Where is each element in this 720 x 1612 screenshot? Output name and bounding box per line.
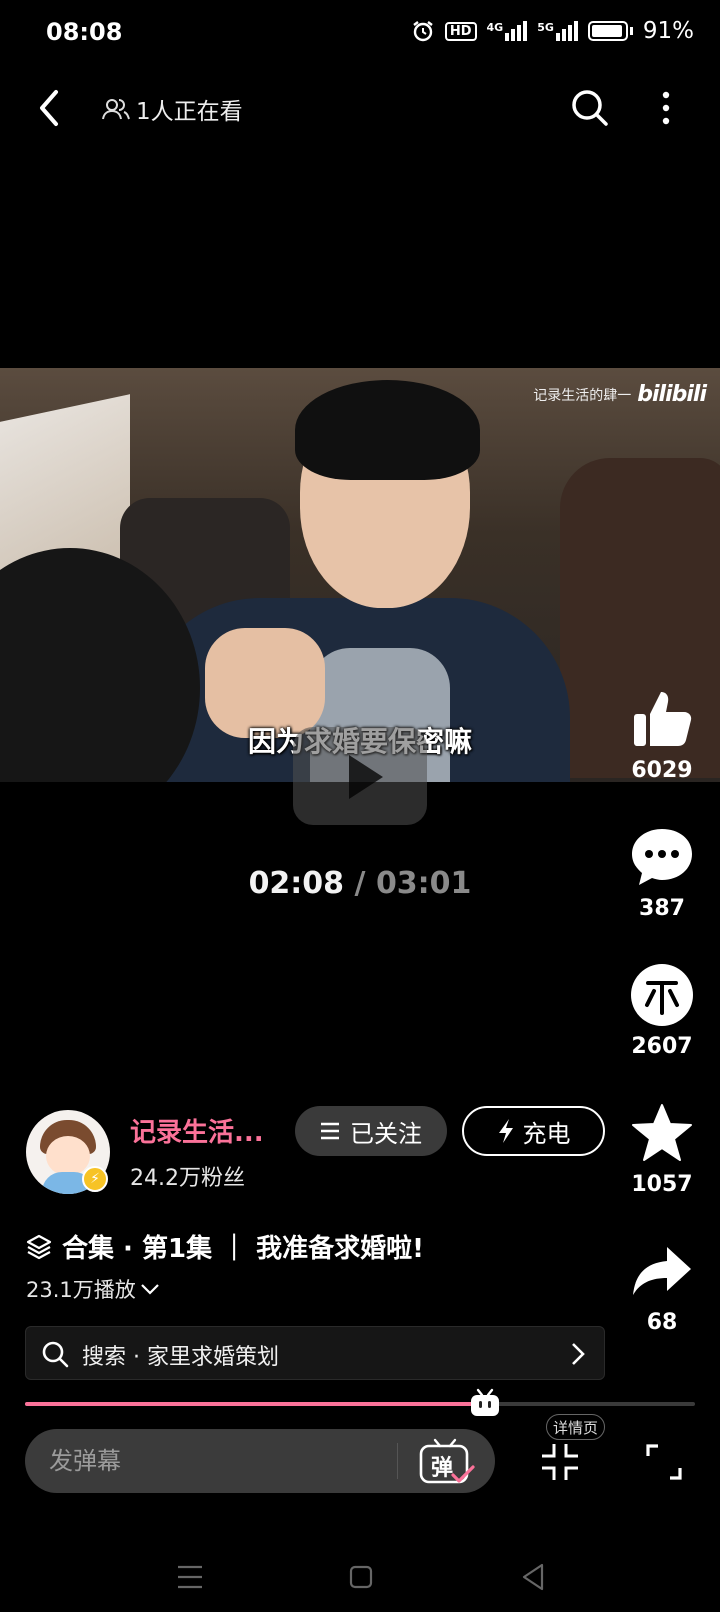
live-viewers: 1人正在看 bbox=[102, 92, 243, 126]
danmaku-input[interactable] bbox=[49, 1443, 369, 1479]
battery-percent: 91% bbox=[642, 18, 694, 44]
status-bar: 08:08 HD 4G 5G 91% bbox=[0, 0, 720, 66]
search-icon bbox=[42, 1341, 69, 1368]
signal-4g-icon: 4G bbox=[487, 21, 528, 41]
bilibili-logo: bilibili bbox=[637, 382, 707, 407]
share-button[interactable]: 68 bbox=[612, 1236, 712, 1335]
coin-icon bbox=[631, 964, 693, 1026]
coin-count: 2607 bbox=[631, 1034, 693, 1059]
danmaku-toggle[interactable]: 弹 bbox=[417, 1437, 477, 1487]
follow-button[interactable]: 已关注 bbox=[295, 1106, 447, 1156]
favorite-count: 1057 bbox=[631, 1172, 693, 1197]
hd-icon: HD bbox=[444, 21, 477, 41]
search-suggestion-text: 搜索 · 家里求婚策划 bbox=[82, 1345, 279, 1370]
charge-button[interactable]: 充电 bbox=[462, 1106, 605, 1156]
layers-icon bbox=[26, 1234, 52, 1259]
progress-fill bbox=[25, 1402, 485, 1406]
recent-apps-icon[interactable] bbox=[176, 1564, 204, 1590]
comment-bubble-icon bbox=[632, 829, 692, 885]
search-icon[interactable] bbox=[566, 84, 614, 132]
people-icon bbox=[102, 99, 130, 120]
uploader-name[interactable]: 记录生活... bbox=[130, 1112, 264, 1149]
alarm-icon bbox=[413, 21, 433, 42]
fans-count: 24.2万粉丝 bbox=[130, 1166, 245, 1191]
play-button[interactable] bbox=[293, 727, 427, 825]
video-watermark: 记录生活的肆一 bilibili bbox=[533, 382, 707, 407]
status-time: 08:08 bbox=[46, 18, 123, 46]
share-arrow-icon bbox=[633, 1247, 691, 1295]
top-nav: 1人正在看 bbox=[0, 80, 720, 136]
system-back-icon[interactable] bbox=[520, 1562, 546, 1592]
related-search-bar[interactable]: 搜索 · 家里求婚策划 bbox=[25, 1326, 605, 1380]
thumbs-up-icon bbox=[634, 692, 692, 746]
chevron-down-icon bbox=[140, 1284, 159, 1295]
chevron-right-icon bbox=[572, 1343, 585, 1365]
viewers-text: 1人正在看 bbox=[136, 99, 243, 125]
more-vertical-icon[interactable] bbox=[654, 84, 678, 132]
play-count[interactable]: 23.1万播放 bbox=[26, 1274, 160, 1304]
status-icons: HD 4G 5G 91% bbox=[411, 18, 694, 44]
tv-mascot-thumb-icon[interactable] bbox=[469, 1388, 501, 1418]
favorite-button[interactable]: 1057 bbox=[612, 1098, 712, 1197]
comment-count: 387 bbox=[639, 896, 685, 921]
total-time: 03:01 bbox=[375, 866, 472, 901]
coin-button[interactable]: 2607 bbox=[612, 960, 712, 1059]
lightning-badge-icon: ⚡ bbox=[82, 1166, 108, 1192]
battery-icon bbox=[587, 21, 628, 41]
lightning-icon bbox=[498, 1119, 513, 1143]
system-nav-bar bbox=[0, 1540, 720, 1612]
detail-page-tag[interactable]: 详情页 bbox=[546, 1414, 606, 1440]
share-count: 68 bbox=[646, 1310, 678, 1335]
like-count: 6029 bbox=[631, 758, 693, 783]
signal-5g-icon: 5G bbox=[537, 21, 578, 41]
danmaku-toggle-label: 弹 bbox=[431, 1456, 454, 1481]
star-icon bbox=[632, 1104, 692, 1161]
back-arrow-icon[interactable] bbox=[30, 84, 70, 132]
exit-fullscreen-icon[interactable] bbox=[540, 1442, 580, 1482]
like-button[interactable]: 6029 bbox=[612, 684, 712, 783]
danmaku-bar: 弹 bbox=[25, 1429, 495, 1493]
current-time: 02:08 bbox=[248, 866, 345, 901]
comment-button[interactable]: 387 bbox=[612, 822, 712, 921]
fullscreen-icon[interactable] bbox=[644, 1442, 684, 1482]
progress-bar[interactable] bbox=[25, 1388, 695, 1416]
home-icon[interactable] bbox=[349, 1564, 373, 1590]
menu-lines-icon bbox=[321, 1122, 339, 1140]
collection-title[interactable]: 合集 · 第1集 ｜ 我准备求婚啦! bbox=[26, 1228, 424, 1265]
